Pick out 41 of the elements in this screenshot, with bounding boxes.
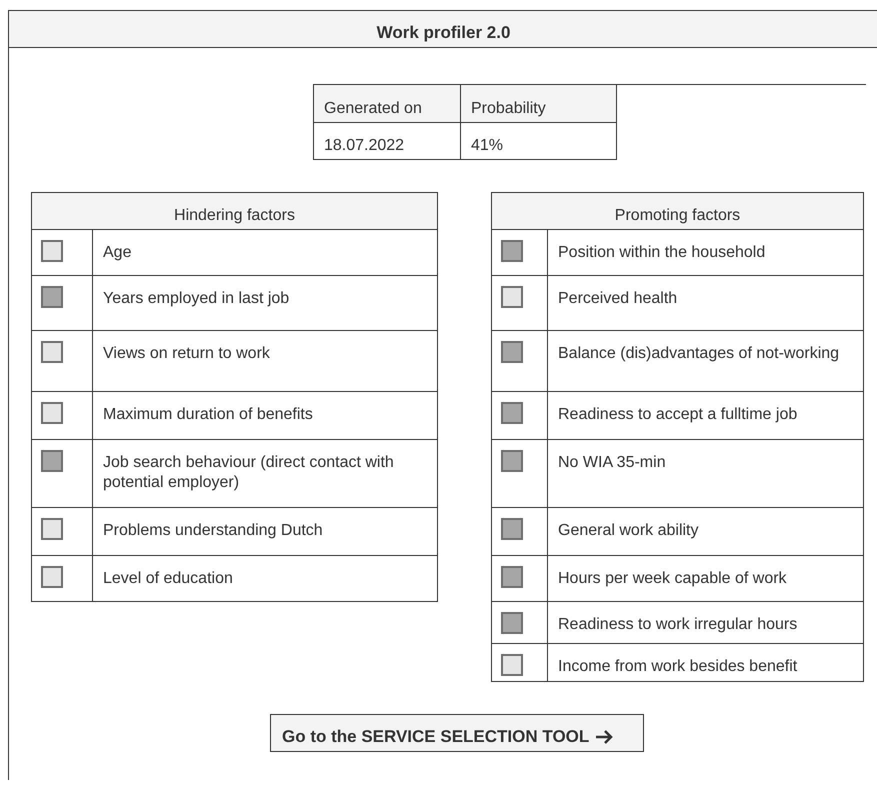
factor-label: Income from work besides benefit [557, 657, 798, 677]
factor-checkbox[interactable] [501, 402, 523, 424]
factor-label: Age [102, 243, 132, 263]
factor-label: Job search behaviour (direct contact with potential employer) [102, 453, 395, 493]
factor-checkbox[interactable] [501, 450, 523, 472]
service-selection-button[interactable]: Go to the SERVICE SELECTION TOOL [270, 714, 644, 752]
arrow-right-icon [595, 729, 614, 745]
factor-checkbox[interactable] [501, 612, 523, 634]
factor-label: Position within the household [557, 243, 766, 263]
factor-label: Perceived health [557, 289, 678, 309]
factor-checkbox[interactable] [501, 654, 523, 676]
factor-label: Views on return to work [102, 344, 271, 364]
factor-checkbox[interactable] [501, 566, 523, 588]
factor-label: Hours per week capable of work [557, 569, 788, 589]
table-cell-text: 41% [470, 136, 504, 156]
factor-checkbox[interactable] [41, 518, 63, 540]
factor-label: No WIA 35-min [557, 453, 667, 473]
factor-checkbox[interactable] [501, 286, 523, 308]
factor-label: Years employed in last job [102, 289, 290, 309]
factor-checkbox[interactable] [41, 240, 63, 262]
factor-checkbox[interactable] [501, 240, 523, 262]
factor-label: General work ability [557, 521, 700, 541]
factor-label: Level of education [102, 569, 234, 589]
table-header: Hindering factors [32, 193, 437, 230]
factor-checkbox[interactable] [41, 286, 63, 308]
factor-checkbox[interactable] [501, 518, 523, 540]
column-header: Generated on [314, 85, 461, 122]
table-cell: 18.07.2022 [314, 123, 461, 159]
factor-checkbox[interactable] [41, 402, 63, 424]
factor-label: Readiness to work irregular hours [557, 615, 798, 635]
column-header: Probability [470, 99, 547, 119]
factor-checkbox[interactable] [501, 341, 523, 363]
factor-label: Balance (dis)advantages of not-working [557, 344, 840, 364]
factor-label: Maximum duration of benefits [102, 405, 314, 425]
factor-checkbox[interactable] [41, 450, 63, 472]
factor-checkbox[interactable] [41, 566, 63, 588]
window-title: Work profiler 2.0 [9, 11, 877, 48]
factor-label: Readiness to accept a fulltime job [557, 405, 798, 425]
factor-label: Problems understanding Dutch [102, 521, 324, 541]
table-header: Promoting factors [492, 193, 863, 230]
factor-checkbox[interactable] [41, 341, 63, 363]
